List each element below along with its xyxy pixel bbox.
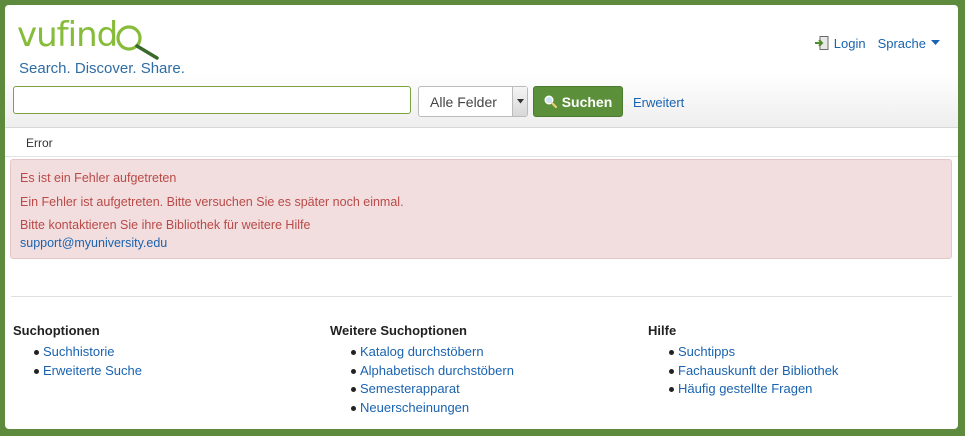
logo[interactable]: vufind bbox=[17, 15, 177, 60]
footer-link-browse-catalog[interactable]: Katalog durchstöbern bbox=[360, 344, 484, 359]
footer-link-search-tips[interactable]: Suchtipps bbox=[678, 344, 735, 359]
top-nav: Login Sprache bbox=[814, 35, 940, 51]
footer-link-course-reserves[interactable]: Semesterapparat bbox=[360, 381, 460, 396]
footer-link-faq[interactable]: Häufig gestellte Fragen bbox=[678, 381, 812, 396]
login-link[interactable]: Login bbox=[814, 35, 866, 51]
language-dropdown[interactable]: Sprache bbox=[878, 36, 940, 51]
error-contact: Bitte kontaktieren Sie ihre Bibliothek f… bbox=[20, 218, 311, 232]
list-item: Suchhistorie bbox=[34, 344, 142, 363]
footer-link-ask-librarian[interactable]: Fachauskunft der Bibliothek bbox=[678, 363, 838, 378]
list-item: Alphabetisch durchstöbern bbox=[351, 363, 514, 382]
tagline: Search. Discover. Share. bbox=[19, 60, 185, 77]
header: vufind Search. Discover. Share. Login Sp… bbox=[5, 5, 958, 128]
footer-heading: Weitere Suchoptionen bbox=[330, 323, 467, 338]
error-heading: Es ist ein Fehler aufgetreten bbox=[20, 171, 177, 185]
select-arrow-icon bbox=[512, 87, 527, 116]
search-button[interactable]: Suchen bbox=[533, 86, 623, 117]
list-item: Häufig gestellte Fragen bbox=[668, 381, 838, 400]
search-input[interactable] bbox=[13, 86, 411, 114]
error-message: Ein Fehler ist aufgetreten. Bitte versuc… bbox=[20, 195, 404, 209]
logo-text: vufind bbox=[17, 15, 118, 55]
search-button-label: Suchen bbox=[561, 93, 613, 110]
advanced-search-link[interactable]: Erweitert bbox=[633, 95, 684, 110]
footer-link-advanced-search[interactable]: Erweiterte Suche bbox=[43, 363, 142, 378]
list-item: Suchtipps bbox=[668, 344, 838, 363]
error-alert: Es ist ein Fehler aufgetreten Ein Fehler… bbox=[10, 159, 952, 259]
footer-column-more-search-options: Weitere Suchoptionen Katalog durchstöber… bbox=[330, 323, 514, 418]
footer-link-search-history[interactable]: Suchhistorie bbox=[43, 344, 115, 359]
support-email-link[interactable]: support@myuniversity.edu bbox=[20, 236, 167, 250]
breadcrumb-current: Error bbox=[26, 136, 53, 150]
footer-heading: Hilfe bbox=[648, 323, 677, 338]
list-item: Erweiterte Suche bbox=[34, 363, 142, 382]
footer-link-new-items[interactable]: Neuerscheinungen bbox=[360, 400, 469, 415]
search-field-selected: Alle Felder bbox=[430, 93, 497, 110]
footer-link-alphabetical-browse[interactable]: Alphabetisch durchstöbern bbox=[360, 363, 514, 378]
login-icon bbox=[814, 36, 829, 50]
footer-divider bbox=[11, 296, 952, 297]
search-field-select[interactable]: Alle Felder bbox=[418, 86, 528, 117]
list-item: Neuerscheinungen bbox=[351, 400, 514, 419]
footer-heading: Suchoptionen bbox=[13, 323, 100, 338]
page: vufind Search. Discover. Share. Login Sp… bbox=[5, 5, 958, 429]
list-item: Katalog durchstöbern bbox=[351, 344, 514, 363]
magnifier-logo-icon bbox=[116, 25, 159, 60]
search-icon bbox=[544, 95, 557, 108]
list-item: Fachauskunft der Bibliothek bbox=[668, 363, 838, 382]
breadcrumb: Error bbox=[5, 128, 958, 157]
list-item: Semesterapparat bbox=[351, 381, 514, 400]
login-label: Login bbox=[833, 35, 866, 51]
footer-column-search-options: Suchoptionen Suchhistorie Erweiterte Suc… bbox=[13, 323, 142, 381]
language-label: Sprache bbox=[877, 35, 926, 51]
caret-down-icon bbox=[931, 40, 940, 45]
footer-column-help: Hilfe Suchtipps Fachauskunft der Bibliot… bbox=[648, 323, 838, 400]
